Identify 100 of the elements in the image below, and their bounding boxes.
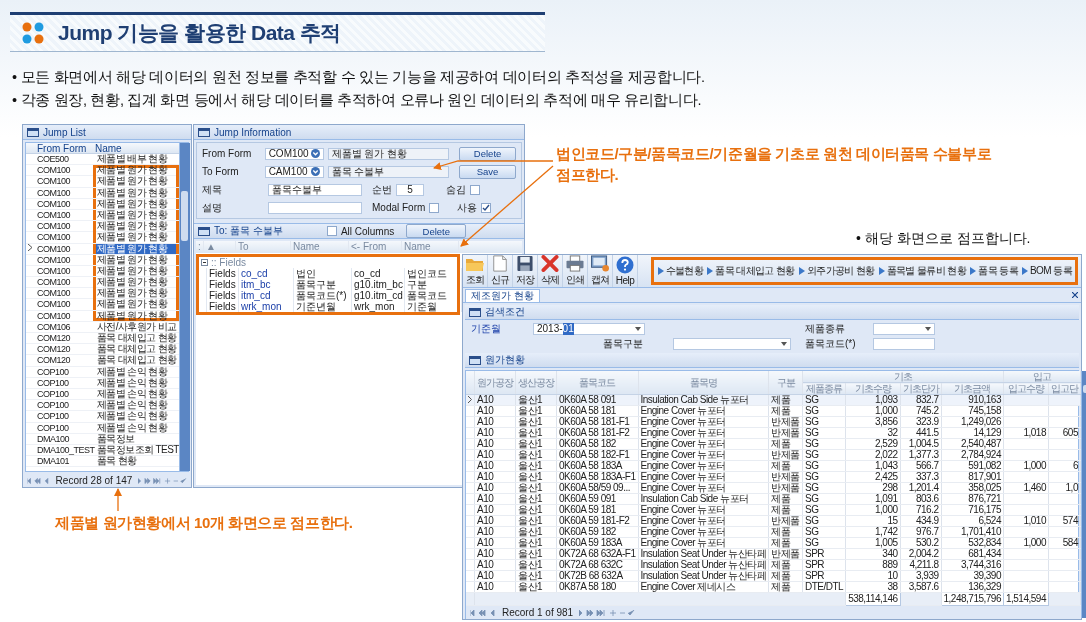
list-row[interactable]: DMA100_TEST 품목정보조회 TEST [26,444,179,457]
order-field[interactable]: 5 [396,183,424,196]
list-row[interactable]: COM100 제품별 원가 현황 [26,288,179,300]
table-cell: SG [804,537,819,548]
dropdown-field[interactable] [673,338,791,350]
column-header[interactable]: Name [93,143,179,154]
list-row[interactable]: COM106 사전/사후원가 비교 [26,321,179,333]
checkbox[interactable] [326,226,337,236]
table-cell: A10 [477,460,494,471]
jump-link[interactable]: BOM 등록 [1022,264,1072,278]
table-cell: 745.2 [916,405,939,416]
description-field[interactable] [268,201,362,214]
table-cell: 3,939 [916,570,939,581]
list-row[interactable]: COP100 제품별 손익 현황 [26,377,179,389]
table-cell: 0K60A 58 183A [559,460,622,471]
pager-back-icon[interactable] [27,477,50,484]
table-cell: co_cd [239,268,294,279]
form-code-field[interactable]: CAM100 [264,165,324,178]
table-cell: 울산1 [518,537,543,548]
caret-icon[interactable] [635,327,641,331]
jump-link[interactable]: 품목별 물류비 현황 [878,264,967,278]
toolbar-button[interactable]: 인쇄 [563,255,588,287]
list-row[interactable]: COM100 제품별 원가 현황 [26,209,179,222]
list-row[interactable]: COM120 품목 대체입고 현황 [26,355,179,367]
form-code-field[interactable]: COM100 [264,147,324,160]
list-row[interactable]: COP100 제품별 손익 현황 [26,411,179,423]
dropdown-field[interactable]: 2013-01 [533,323,645,335]
scrollbar[interactable] [178,143,190,471]
toolbar-button[interactable]: 캡쳐 [588,255,613,287]
toolbar-button[interactable]: 삭제 [538,255,563,287]
list-row[interactable]: COE500 제품별 배부 현황 [26,154,179,166]
callout-text: 법인코드/구분/품목코드/기준월을 기초로 원천 데이터품목 수불부로 점프한다. [556,144,993,185]
pager-back-icon[interactable] [470,609,496,616]
close-icon[interactable] [1072,292,1078,298]
table-cell: 817,901 [968,471,1001,482]
list-row[interactable]: COM100 제품별 원가 현황 [26,187,179,199]
checkbox[interactable] [470,184,480,195]
jump-link[interactable]: 수불현황 [657,264,704,278]
toolbar-button[interactable]: 저장 [513,255,538,287]
list-row[interactable]: COM120 품목 대체입고 현황 [26,333,179,345]
delete-button[interactable]: Delete [406,224,467,238]
list-row[interactable]: COM100 제품별 원가 현황 [26,198,179,210]
dropdown-icon[interactable] [310,167,320,176]
pager-forward-icon[interactable] [579,609,636,616]
list-row[interactable]: COP100 제품별 손익 현황 [26,422,179,434]
jump-link[interactable]: 품목 대체입고 현황 [707,264,795,278]
tab[interactable]: 제조원가 현황 [465,289,540,302]
field-label: 기준월 [471,322,502,336]
table-cell: Engine Cover 뉴포터 [640,482,726,493]
dropdown-field[interactable] [873,323,935,335]
table-cell: Engine Cover 뉴포터 [640,471,726,482]
callout-text: 제품별 원가현황에서 10개 화면으로 점프한다. [55,514,353,533]
save-button[interactable]: Save [459,164,516,179]
caret-icon[interactable] [925,327,931,331]
list-row[interactable]: COP100 제품별 손익 현황 [26,400,179,412]
checkbox[interactable] [429,202,440,213]
list-row[interactable]: COM100 제품별 원가 현황 [26,232,179,244]
list-row[interactable]: COM100 제품별 원가 현황 [26,310,179,322]
table-cell: 910,163 [968,394,1001,405]
delete-button[interactable]: Delete [459,146,516,161]
table-cell-text: COM100 [36,254,71,266]
list-row[interactable]: COM100 제품별 원가 현황 [26,299,179,311]
table-cell: 0K60A 58/59 09... [559,482,630,493]
list-row[interactable]: COM100 제품별 원가 현황 [26,277,179,289]
table-cell: 2,529 [875,438,898,449]
table-cell: Insulation Cab Side 뉴포터 [640,493,749,504]
subject-field[interactable]: 품목수불부 [268,183,362,196]
list-row[interactable]: COM100 제품별 원가 현황 [26,176,179,188]
list-row[interactable]: COP100 제품별 손익 현황 [26,366,179,378]
toolbar-button[interactable]: 신규 [488,255,513,287]
table-cell: 제품 [771,559,791,570]
pager-forward-icon[interactable] [138,477,187,484]
list-row[interactable]: DMA100 품목정보 [26,433,179,445]
table-cell: DTE/DTL [804,581,844,592]
jump-link[interactable]: 품목 등록 [970,264,1019,278]
dropdown-icon[interactable] [310,149,320,158]
table-cell: 0K60A 59 183A [559,537,622,548]
list-row[interactable]: COM100 제품별 원가 현황 [26,243,179,255]
table-cell-text: COE500 [36,154,70,165]
list-row[interactable]: COP100 제품별 손익 현황 [26,388,179,401]
table-cell: Fields [207,301,239,312]
list-row[interactable]: COM120 품목 대체입고 현황 [26,344,179,356]
table-cell: 0K60A 59 182 [559,526,616,537]
table-cell: co_cd [352,268,405,279]
toolbar-button[interactable]: Help [613,255,638,287]
table-cell: wrk_mon [352,301,405,312]
jump-link[interactable]: 외주가공비 현황 [798,264,875,278]
table-cell: 298 [882,482,898,493]
toolbar-button[interactable]: 조회 [463,255,488,287]
text-field[interactable] [873,338,935,350]
field-label: 설명 [202,200,223,215]
list-row[interactable]: COM100 제품별 원가 현황 [26,221,179,233]
list-row[interactable]: COM100 제품별 원가 현황 [26,265,179,278]
checkbox[interactable] [481,202,492,213]
list-row[interactable]: DMA101 품목 현황 [26,456,179,468]
caret-icon[interactable] [781,342,787,346]
list-row[interactable]: COM100 제품별 원가 현황 [26,254,179,266]
column-header[interactable]: From Form [35,143,93,154]
collapse-icon[interactable] [201,259,208,266]
table-cell-text: COP100 [36,366,70,378]
